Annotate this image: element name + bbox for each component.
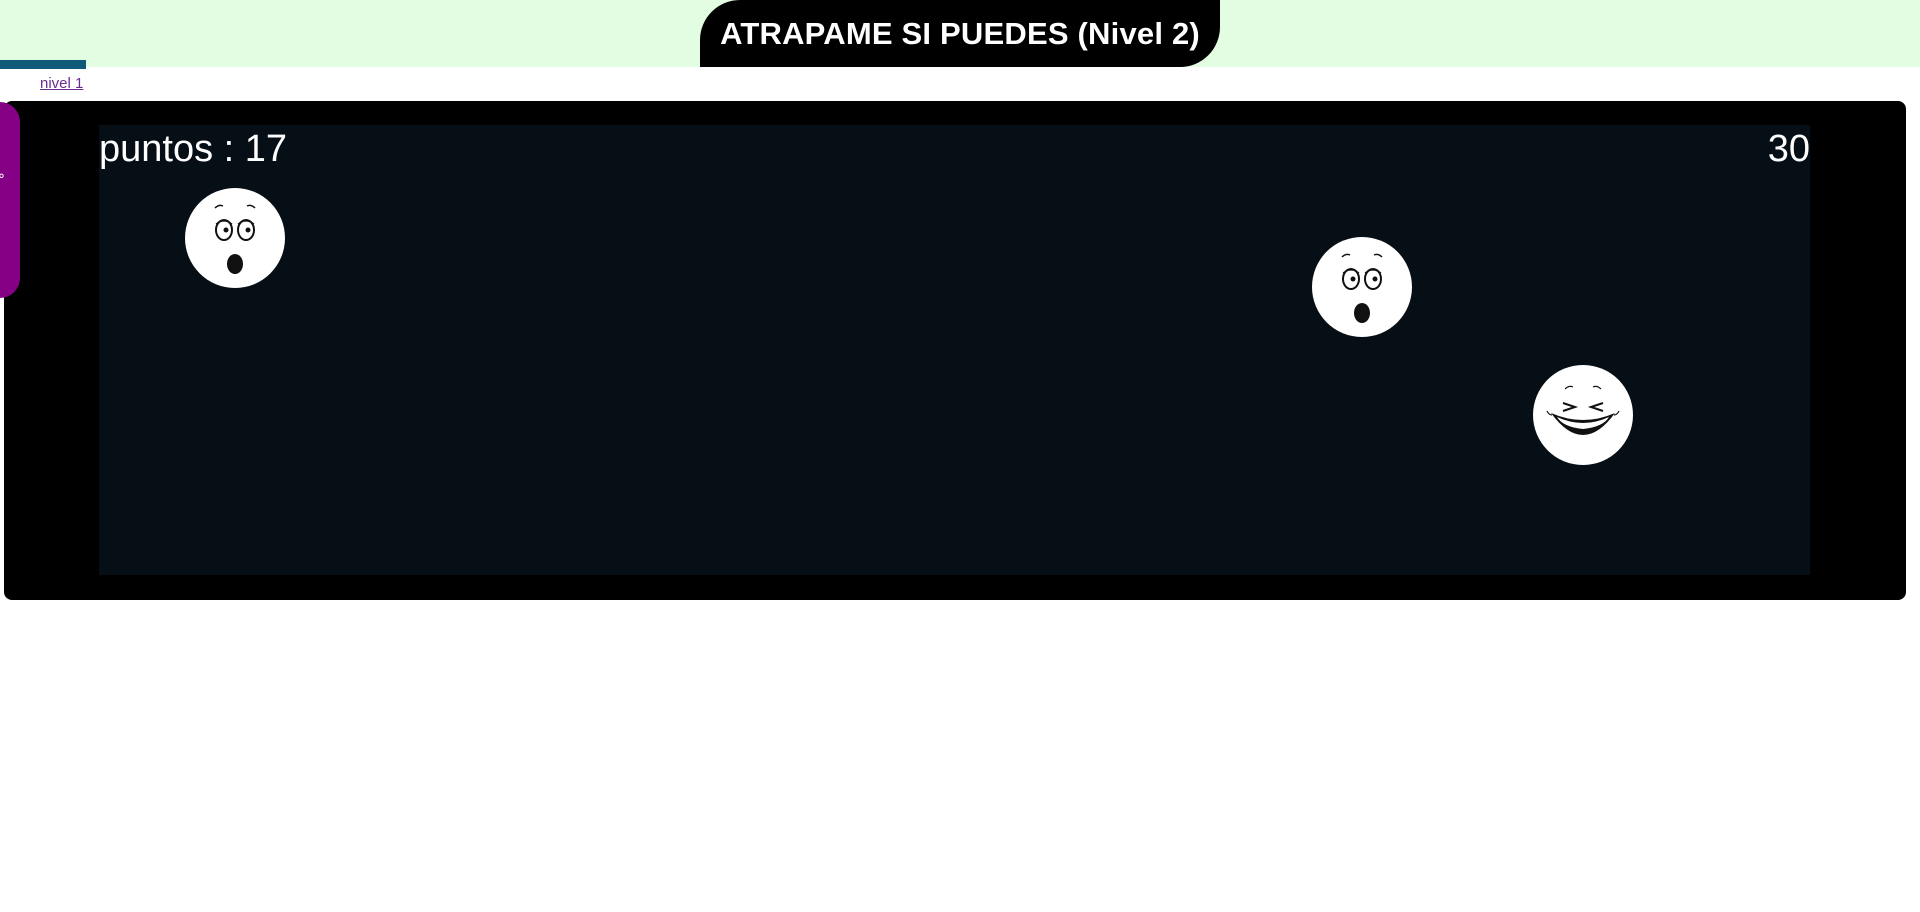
surprised-face-icon <box>185 188 285 288</box>
surprised-face-target[interactable] <box>1312 237 1412 337</box>
laughing-face-target[interactable] <box>1533 365 1633 465</box>
level-1-link[interactable]: nivel 1 <box>40 75 83 92</box>
title-banner: ATRAPAME SI PUEDES (Nivel 2) <box>700 0 1220 67</box>
surprised-face-icon <box>1312 237 1412 337</box>
score-display: puntos : 17 <box>99 128 288 170</box>
laughing-face-icon <box>1533 365 1633 465</box>
game-playfield[interactable]: puntos : 17 30 <box>99 125 1810 575</box>
side-tab-glyph: ° <box>0 172 5 188</box>
surprised-face-target[interactable] <box>185 188 285 288</box>
level-progress-strip <box>0 60 86 69</box>
timer-display: 30 <box>1767 128 1810 170</box>
page-title: ATRAPAME SI PUEDES (Nivel 2) <box>720 15 1200 51</box>
side-menu-tab[interactable]: ° <box>0 102 20 298</box>
